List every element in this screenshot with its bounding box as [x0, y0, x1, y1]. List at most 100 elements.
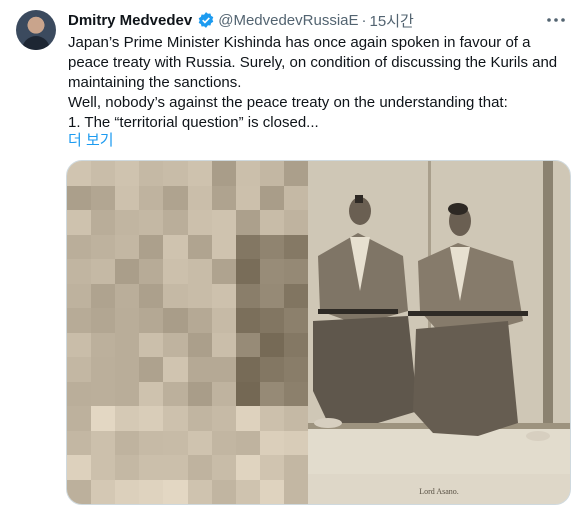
mosaic-cell: [187, 430, 212, 455]
mosaic-cell: [283, 210, 308, 235]
mosaic-cell: [259, 185, 284, 210]
mosaic-cell: [67, 210, 92, 235]
timestamp[interactable]: 15시간: [370, 10, 414, 31]
mosaic-cell: [235, 210, 260, 235]
mosaic-cell: [139, 357, 164, 382]
mosaic-cell: [187, 406, 212, 431]
mosaic-cell: [187, 259, 212, 284]
mosaic-cell: [187, 332, 212, 357]
mosaic-cell: [187, 381, 212, 406]
avatar[interactable]: [16, 10, 56, 50]
mosaic-cell: [211, 234, 236, 259]
mosaic-cell: [163, 357, 188, 382]
mosaic-cell: [259, 479, 284, 504]
mosaic-cell: [187, 283, 212, 308]
mosaic-cell: [139, 259, 164, 284]
mosaic-cell: [139, 455, 164, 480]
mosaic-cell: [235, 308, 260, 333]
mosaic-cell: [259, 308, 284, 333]
mosaic-cell: [283, 259, 308, 284]
samurai-photo: Lord Asano.: [308, 161, 570, 504]
mosaic-cell: [115, 308, 140, 333]
author-handle[interactable]: @MedvedevRussiaE: [218, 12, 358, 29]
mosaic-cell: [91, 259, 116, 284]
more-options-icon[interactable]: [544, 8, 568, 32]
mosaic-cell: [115, 161, 140, 186]
tweet-media[interactable]: Lord Asano.: [66, 160, 571, 505]
mosaic-cell: [91, 210, 116, 235]
mosaic-cell: [235, 455, 260, 480]
mosaic-cell: [163, 308, 188, 333]
mosaic-cell: [91, 161, 116, 186]
mosaic-cell: [67, 259, 92, 284]
mosaic-cell: [139, 210, 164, 235]
mosaic-cell: [67, 357, 92, 382]
mosaic-cell: [283, 455, 308, 480]
author-name[interactable]: Dmitry Medvedev: [68, 12, 192, 29]
tweet-text-line: maintaining the sanctions.: [68, 74, 242, 91]
mosaic-cell: [139, 283, 164, 308]
mosaic-cell: [211, 185, 236, 210]
mosaic-cell: [211, 455, 236, 480]
mosaic-cell: [163, 234, 188, 259]
mosaic-cell: [187, 479, 212, 504]
mosaic-cell: [187, 308, 212, 333]
mosaic-cell: [163, 185, 188, 210]
mosaic-cell: [259, 283, 284, 308]
mosaic-cell: [163, 479, 188, 504]
mosaic-cell: [187, 455, 212, 480]
mosaic-cell: [115, 357, 140, 382]
mosaic-cell: [259, 357, 284, 382]
mosaic-cell: [139, 332, 164, 357]
photo-caption: Lord Asano.: [419, 487, 459, 496]
mosaic-cell: [235, 161, 260, 186]
mosaic-cell: [67, 455, 92, 480]
mosaic-cell: [163, 381, 188, 406]
mosaic-cell: [163, 332, 188, 357]
show-more-link[interactable]: 더 보기: [68, 129, 114, 150]
mosaic-cell: [187, 185, 212, 210]
mosaic-cell: [283, 479, 308, 504]
mosaic-cell: [235, 283, 260, 308]
mosaic-cell: [163, 430, 188, 455]
pixelated-image: [67, 161, 308, 504]
mosaic-cell: [211, 259, 236, 284]
mosaic-cell: [211, 357, 236, 382]
mosaic-cell: [235, 406, 260, 431]
mosaic-cell: [67, 332, 92, 357]
mosaic-cell: [235, 332, 260, 357]
mosaic-cell: [67, 430, 92, 455]
mosaic-cell: [115, 185, 140, 210]
mosaic-cell: [67, 185, 92, 210]
mosaic-cell: [139, 406, 164, 431]
mosaic-cell: [211, 283, 236, 308]
mosaic-cell: [163, 161, 188, 186]
tweet-text-line: peace treaty with Russia. Surely, on con…: [68, 54, 558, 71]
mosaic-cell: [115, 479, 140, 504]
mosaic-cell: [67, 479, 92, 504]
mosaic-cell: [91, 479, 116, 504]
mosaic-cell: [115, 332, 140, 357]
mosaic-cell: [67, 381, 92, 406]
mosaic-cell: [259, 406, 284, 431]
mosaic-cell: [283, 283, 308, 308]
mosaic-cell: [91, 455, 116, 480]
mosaic-cell: [235, 185, 260, 210]
mosaic-cell: [139, 185, 164, 210]
mosaic-cell: [91, 234, 116, 259]
mosaic-cell: [211, 161, 236, 186]
mosaic-cell: [211, 381, 236, 406]
mosaic-cell: [211, 430, 236, 455]
mosaic-cell: [115, 210, 140, 235]
mosaic-cell: [211, 210, 236, 235]
mosaic-cell: [163, 455, 188, 480]
mosaic-cell: [187, 357, 212, 382]
mosaic-cell: [163, 210, 188, 235]
mosaic-cell: [139, 234, 164, 259]
mosaic-cell: [91, 430, 116, 455]
mosaic-cell: [163, 283, 188, 308]
mosaic-cell: [283, 430, 308, 455]
mosaic-cell: [67, 406, 92, 431]
mosaic-cell: [67, 308, 92, 333]
tweet-text: Japan’s Prime Minister Kishinda has once…: [68, 33, 568, 133]
